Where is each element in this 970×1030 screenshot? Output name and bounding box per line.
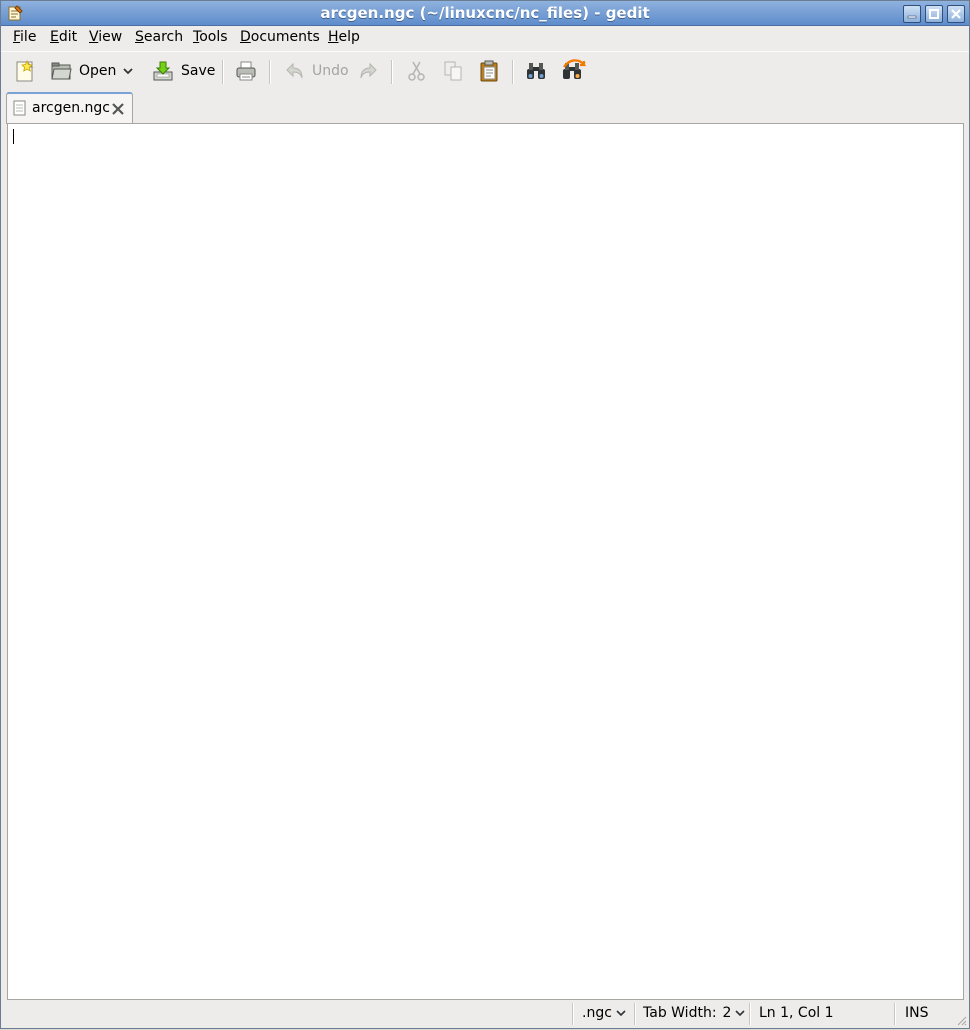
paste-button[interactable] — [477, 58, 501, 84]
copy-icon — [444, 61, 462, 81]
language-label: .ngc — [582, 1005, 612, 1021]
status-bar: .ngc Tab Width: 2 Ln 1, Col 1 INS — [1, 1000, 969, 1028]
toolbar-separator — [391, 60, 393, 84]
save-label: Save — [181, 63, 216, 79]
status-separator — [634, 1003, 636, 1025]
menu-file[interactable]: File — [13, 29, 36, 45]
toolbar-separator — [269, 60, 271, 84]
tab-label: arcgen.ngc — [32, 100, 111, 116]
resize-grip-icon[interactable] — [955, 1014, 967, 1026]
minimize-button[interactable] — [903, 5, 921, 23]
open-folder-icon — [51, 62, 72, 80]
undo-icon — [286, 62, 303, 79]
save-button[interactable]: Save — [151, 58, 215, 84]
cursor-position: Ln 1, Col 1 — [759, 1005, 834, 1021]
toolbar: Open Save Undo — [1, 51, 969, 91]
new-document-icon — [16, 59, 34, 82]
copy-button[interactable] — [441, 58, 465, 84]
undo-button[interactable]: Undo — [284, 58, 349, 84]
menu-tools[interactable]: Tools — [193, 29, 228, 45]
tab-width-label: Tab Width: — [643, 1005, 717, 1021]
menu-view[interactable]: View — [89, 29, 122, 45]
undo-label: Undo — [312, 63, 349, 79]
toolbar-separator — [512, 60, 514, 84]
window-title: arcgen.ngc (~/linuxcnc/nc_files) - gedit — [320, 4, 650, 22]
text-cursor — [13, 129, 14, 144]
close-tab-button[interactable] — [111, 102, 125, 120]
chevron-down-icon — [123, 68, 133, 75]
document-tabs: arcgen.ngc — [1, 90, 969, 124]
recent-files-dropdown[interactable] — [121, 58, 135, 84]
close-icon — [951, 9, 961, 19]
close-tab-icon — [112, 103, 124, 115]
maximize-button[interactable] — [925, 5, 943, 23]
title-bar[interactable]: arcgen.ngc (~/linuxcnc/nc_files) - gedit — [1, 1, 969, 26]
chevron-down-icon — [735, 1010, 746, 1017]
scissors-icon — [408, 61, 425, 81]
status-separator — [894, 1003, 896, 1025]
tab-arcgen[interactable]: arcgen.ngc — [6, 92, 133, 124]
text-editor[interactable] — [7, 123, 964, 1000]
menu-documents[interactable]: Documents — [240, 29, 320, 45]
status-separator — [749, 1003, 751, 1025]
menu-search[interactable]: Search — [135, 29, 183, 45]
printer-icon — [236, 61, 256, 81]
chevron-down-icon — [616, 1010, 626, 1017]
gedit-window: arcgen.ngc (~/linuxcnc/nc_files) - gedit… — [0, 0, 970, 1029]
status-separator — [572, 1003, 574, 1025]
tab-width-selector[interactable]: Tab Width: 2 — [643, 1005, 746, 1021]
menu-help[interactable]: Help — [328, 29, 360, 45]
minimize-icon — [907, 15, 917, 19]
save-icon — [153, 61, 173, 81]
find-and-replace-button[interactable] — [560, 58, 586, 84]
menu-bar: File Edit View Search Tools Documents He… — [1, 26, 969, 50]
insert-mode: INS — [905, 1005, 929, 1021]
redo-icon — [360, 62, 377, 79]
find-replace-icon — [563, 59, 586, 79]
menu-edit[interactable]: Edit — [50, 29, 77, 45]
cut-button[interactable] — [405, 58, 429, 84]
language-selector[interactable]: .ngc — [582, 1005, 627, 1021]
maximize-icon — [929, 9, 939, 19]
find-button[interactable] — [524, 58, 548, 84]
toolbar-separator — [222, 60, 224, 84]
redo-button[interactable] — [357, 58, 379, 84]
tab-width-value: 2 — [722, 1005, 732, 1021]
close-window-button[interactable] — [947, 5, 965, 23]
binoculars-icon — [527, 63, 545, 79]
print-button[interactable] — [234, 58, 258, 84]
document-icon — [13, 100, 27, 120]
new-document-button[interactable] — [13, 58, 37, 84]
paste-icon — [480, 60, 498, 82]
open-button[interactable]: Open — [49, 58, 116, 84]
open-label: Open — [79, 63, 117, 79]
